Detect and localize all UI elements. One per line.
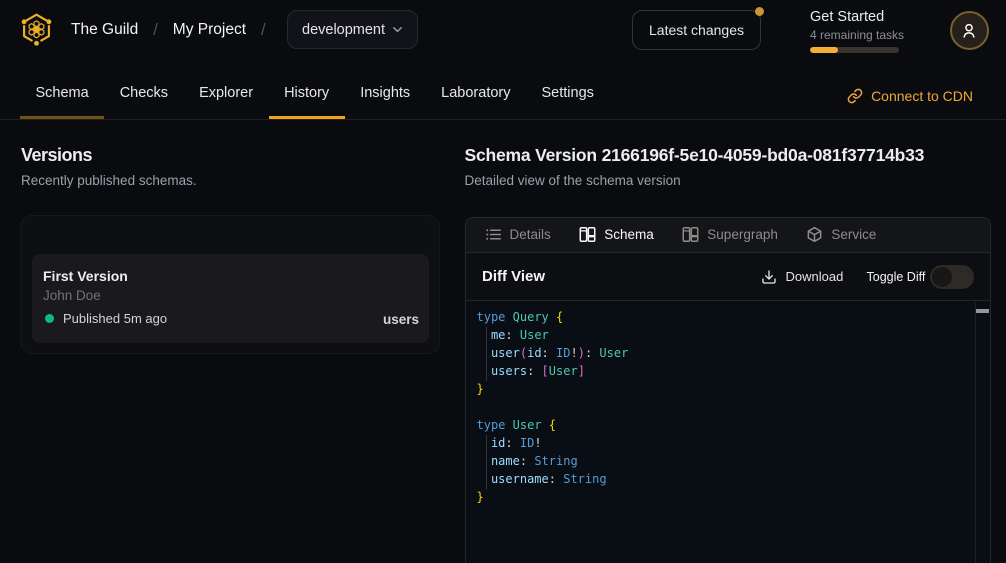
- target-select[interactable]: development: [287, 10, 418, 49]
- version-status: Published 5m ago: [45, 311, 167, 326]
- indent-guide: [486, 435, 487, 489]
- get-started-progress-fill: [810, 47, 838, 53]
- nav-tab-label: Settings: [542, 85, 594, 101]
- nav-tab-label: History: [284, 85, 329, 101]
- detail-tab-service[interactable]: Service: [806, 226, 876, 243]
- download-label: Download: [786, 269, 844, 284]
- version-list-item[interactable]: First Version John Doe Published 5m ago …: [32, 254, 429, 343]
- get-started-title: Get Started: [810, 9, 940, 26]
- logo-honeycomb: [29, 21, 44, 38]
- version-name: First Version: [43, 268, 128, 284]
- app-screen: The Guild / My Project / development Lat…: [0, 0, 1006, 563]
- toggle-diff-label: Toggle Diff: [867, 270, 926, 284]
- breadcrumb-org-link[interactable]: The Guild: [71, 21, 138, 39]
- get-started-progressbar: [810, 47, 899, 53]
- diff-toolbar: Diff View Download Toggle Diff: [466, 254, 990, 301]
- nav-tab-label: Checks: [120, 85, 168, 101]
- toggle-diff-switch[interactable]: [930, 265, 974, 289]
- version-service-badge: users: [383, 312, 419, 327]
- detail-tab-label: Details: [510, 227, 551, 242]
- nav-tab-insights[interactable]: Insights: [345, 67, 426, 119]
- nav-tab-history[interactable]: History: [269, 67, 345, 119]
- notification-dot: [755, 7, 764, 16]
- schema-version-subtitle: Detailed view of the schema version: [465, 173, 681, 188]
- toggle-knob: [932, 267, 952, 287]
- user-menu-button[interactable]: [950, 11, 989, 50]
- nav-tab-label: Explorer: [199, 85, 253, 101]
- nav-tab-checks[interactable]: Checks: [104, 67, 183, 119]
- schema-detail-panel: Details Schema Supergraph Service Diff V…: [465, 217, 991, 563]
- breadcrumb-project-link[interactable]: My Project: [173, 21, 246, 39]
- detail-tab-details[interactable]: Details: [485, 226, 551, 243]
- version-author: John Doe: [43, 288, 101, 303]
- main-nav-tabs: Schema Checks Explorer History Insights Labor…: [20, 67, 609, 119]
- main-nav: Schema Checks Explorer History Insights Labor…: [0, 60, 1006, 120]
- indent-guide: [486, 327, 487, 381]
- detail-tab-supergraph[interactable]: Supergraph: [682, 226, 778, 243]
- code-scrollbar-track: [975, 302, 976, 563]
- target-select-value: development: [302, 22, 390, 38]
- versions-subtitle: Recently published schemas.: [21, 173, 197, 188]
- link-icon: [847, 88, 863, 104]
- nav-tab-schema[interactable]: Schema: [20, 67, 104, 119]
- version-status-label: Published 5m ago: [63, 311, 167, 326]
- nav-tab-label: Insights: [360, 85, 410, 101]
- published-dot-icon: [45, 314, 54, 323]
- diff-view-title: Diff View: [482, 268, 545, 285]
- detail-tab-label: Service: [831, 227, 876, 242]
- detail-tab-label: Supergraph: [707, 227, 778, 242]
- download-button[interactable]: Download: [761, 254, 844, 300]
- nav-tab-label: Schema: [36, 85, 89, 101]
- get-started-widget[interactable]: Get Started 4 remaining tasks: [810, 9, 940, 53]
- connect-to-cdn-link[interactable]: Connect to CDN: [847, 72, 973, 119]
- cube-icon: [806, 226, 823, 243]
- connect-to-cdn-label: Connect to CDN: [871, 88, 973, 104]
- versions-list-card: First Version John Doe Published 5m ago …: [20, 215, 440, 354]
- detail-tab-label: Schema: [604, 227, 654, 242]
- latest-changes-button[interactable]: Latest changes: [632, 10, 761, 50]
- schema-version-title: Schema Version 2166196f-5e10-4059-bd0a-0…: [465, 145, 925, 166]
- detail-tab-schema[interactable]: Schema: [579, 226, 654, 243]
- nav-tab-laboratory[interactable]: Laboratory: [426, 67, 526, 119]
- schema-code-viewer: type Query { me: User user(id: ID!): Use…: [466, 302, 990, 563]
- list-bullet-icon: [485, 226, 502, 243]
- nav-tab-settings[interactable]: Settings: [526, 67, 609, 119]
- schema-detail-tabs: Details Schema Supergraph Service: [466, 218, 990, 253]
- guild-hive-logo[interactable]: [20, 12, 53, 46]
- download-icon: [761, 269, 777, 285]
- top-header: The Guild / My Project / development Lat…: [0, 0, 1006, 60]
- graphql-code[interactable]: type Query { me: User user(id: ID!): Use…: [477, 308, 629, 506]
- nav-tab-explorer[interactable]: Explorer: [184, 67, 269, 119]
- panels-icon: [579, 226, 596, 243]
- get-started-subtitle: 4 remaining tasks: [810, 28, 940, 43]
- user-icon: [960, 21, 978, 40]
- breadcrumb: The Guild / My Project /: [71, 0, 266, 60]
- code-scrollbar-thumb[interactable]: [976, 309, 989, 313]
- versions-title: Versions: [21, 145, 92, 166]
- breadcrumb-separator: /: [261, 21, 266, 40]
- panels-icon: [682, 226, 699, 243]
- nav-tab-label: Laboratory: [441, 85, 510, 101]
- chevron-down-icon: [390, 22, 405, 37]
- breadcrumb-separator: /: [153, 21, 158, 40]
